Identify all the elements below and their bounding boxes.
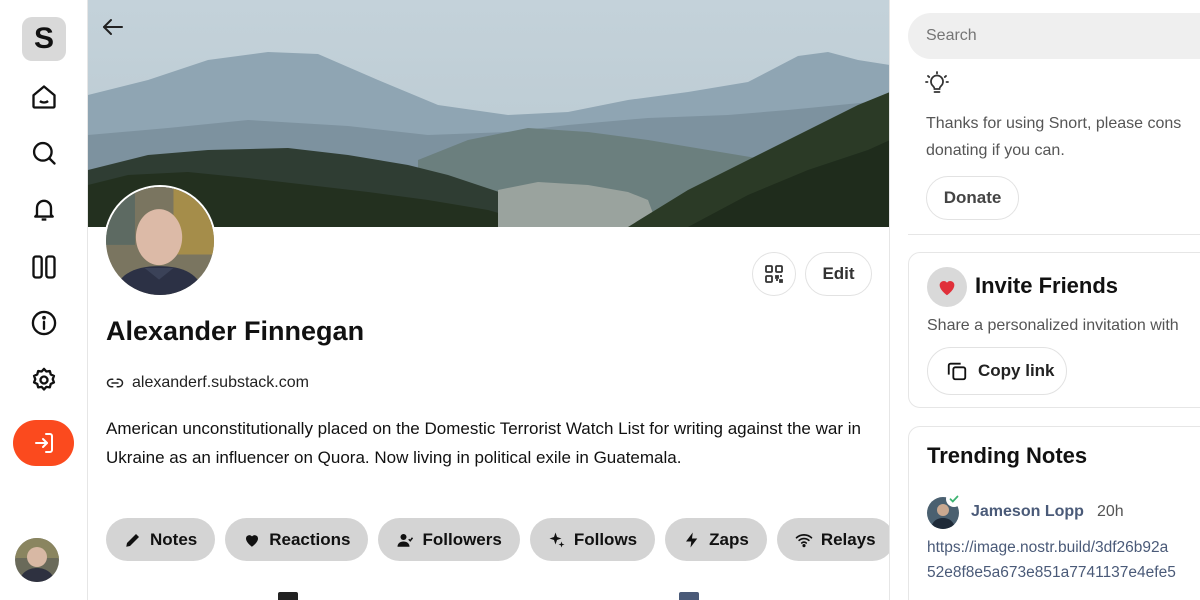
lightning-icon <box>686 532 698 547</box>
profile-avatar[interactable] <box>104 185 216 297</box>
profile-bio: American unconstitutionally placed on th… <box>106 419 861 467</box>
tab-relays-label: Relays <box>820 529 876 549</box>
tab-reactions-label: Reactions <box>269 529 351 549</box>
grid-view-icon[interactable] <box>679 592 699 600</box>
invite-title: Invite Friends <box>975 273 1119 298</box>
donate-button[interactable]: Donate <box>926 176 1019 220</box>
copy-icon <box>947 362 967 381</box>
app-logo[interactable]: S <box>22 17 66 61</box>
qr-code-icon <box>765 265 783 283</box>
donation-message: Thanks for using Snort, please cons dona… <box>926 110 1200 164</box>
pencil-icon <box>126 533 139 547</box>
note-author-name[interactable]: Jameson Lopp <box>971 503 1084 521</box>
tab-follows-label: Follows <box>573 529 638 549</box>
info-icon[interactable] <box>28 307 60 339</box>
gear-icon[interactable] <box>28 364 60 396</box>
lightbulb-icon <box>924 70 950 96</box>
profile-section: Edit Alexander Finnegan alexanderf.subst… <box>88 0 890 600</box>
list-view-icon[interactable] <box>278 592 298 600</box>
note-content[interactable]: https://image.nostr.build/3df26b92a 52e8… <box>927 535 1176 585</box>
login-button[interactable] <box>13 420 74 466</box>
note-timestamp: 20h <box>1097 503 1124 520</box>
profile-tabs: Notes Reactions Followers Follows Zaps R… <box>106 518 889 561</box>
right-sidebar: Thanks for using Snort, please cons dona… <box>890 0 1200 600</box>
user-avatar[interactable] <box>15 538 59 582</box>
donation-message-line2: donating if you can. <box>926 142 1065 159</box>
tab-follows[interactable]: Follows <box>529 518 656 561</box>
copy-link-label: Copy link <box>978 361 1055 380</box>
search-input[interactable] <box>908 13 1200 59</box>
home-icon[interactable] <box>28 81 60 113</box>
qr-code-button[interactable] <box>752 252 796 296</box>
donation-message-line1: Thanks for using Snort, please cons <box>926 115 1182 132</box>
bell-icon[interactable] <box>28 193 60 225</box>
verified-check-icon <box>946 491 962 507</box>
trending-notes-card: Trending Notes Jameson Lopp 20h https://… <box>908 426 1200 600</box>
red-heart-icon <box>939 281 955 296</box>
left-nav: S <box>0 0 88 600</box>
note-content-line2: 52e8f8e5a673e851a7741137e4efe5 <box>927 564 1176 581</box>
tab-notes[interactable]: Notes <box>106 518 216 561</box>
edit-profile-button[interactable]: Edit <box>805 252 872 296</box>
invite-friends-card: Invite Friends Share a personalized invi… <box>908 252 1200 408</box>
columns-icon[interactable] <box>28 251 60 283</box>
heart-icon <box>246 534 259 547</box>
wifi-icon <box>795 533 813 547</box>
trending-title: Trending Notes <box>927 443 1088 468</box>
copy-link-button[interactable]: Copy link <box>927 347 1067 395</box>
tab-zaps-label: Zaps <box>709 529 749 549</box>
tab-relays[interactable]: Relays <box>776 518 889 561</box>
sparkle-icon <box>549 532 565 547</box>
search-icon[interactable] <box>28 137 60 169</box>
tab-reactions[interactable]: Reactions <box>225 518 369 561</box>
user-icon <box>397 533 414 547</box>
link-icon <box>106 378 124 388</box>
profile-name: Alexander Finnegan <box>106 316 365 346</box>
note-content-line1: https://image.nostr.build/3df26b92a <box>927 539 1169 556</box>
profile-website[interactable]: alexanderf.substack.com <box>106 374 309 392</box>
heart-badge <box>927 267 967 307</box>
tab-followers[interactable]: Followers <box>378 518 520 561</box>
tab-zaps[interactable]: Zaps <box>665 518 767 561</box>
tab-notes-label: Notes <box>150 529 198 549</box>
back-arrow-icon[interactable] <box>100 14 126 40</box>
tab-followers-label: Followers <box>422 529 502 549</box>
invite-subtitle: Share a personalized invitation with <box>927 317 1179 334</box>
login-icon <box>34 433 53 453</box>
profile-banner <box>88 0 889 227</box>
profile-website-text[interactable]: alexanderf.substack.com <box>132 374 309 392</box>
divider <box>908 234 1200 235</box>
